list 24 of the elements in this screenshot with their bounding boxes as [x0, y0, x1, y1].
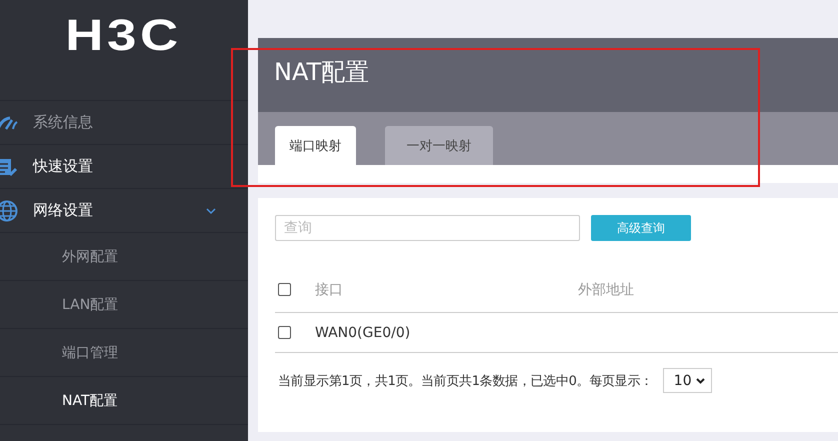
page-size-select[interactable]: 10: [662, 368, 712, 393]
sidebar-item[interactable]: 快速设置: [0, 145, 248, 189]
table-cell: WAN0(GE0/0): [315, 324, 410, 340]
sidebar-subitem[interactable]: 外网配置: [0, 233, 248, 281]
pagination-summary: 当前显示第1页，共1页。当前页共1条数据，已选中0。每页显示：: [277, 372, 653, 390]
caret-down-icon: [696, 378, 705, 384]
gauge-icon: [0, 114, 18, 130]
tab[interactable]: 端口映射: [275, 126, 356, 165]
advanced-search-button[interactable]: 高级查询: [591, 215, 691, 241]
column-header: 外部地址: [578, 280, 634, 298]
chevron-down-icon: [206, 206, 216, 214]
logo: H3C: [66, 12, 182, 60]
sidebar-item[interactable]: 网络设置: [0, 189, 248, 233]
search-field[interactable]: 查询: [275, 215, 580, 241]
tab[interactable]: 一对一映射: [385, 126, 493, 165]
checkbox[interactable]: [278, 283, 291, 296]
page-title: NAT配置: [274, 57, 370, 88]
checkbox[interactable]: [278, 326, 291, 339]
sidebar-subitem[interactable]: LAN配置: [0, 281, 248, 329]
sidebar-subitem[interactable]: NAT配置: [0, 377, 248, 425]
sidebar-item[interactable]: 系统信息: [0, 101, 248, 145]
column-header: 接口: [315, 280, 344, 298]
globe-icon: [0, 200, 18, 222]
sidebar-subitem[interactable]: 端口管理: [0, 329, 248, 377]
